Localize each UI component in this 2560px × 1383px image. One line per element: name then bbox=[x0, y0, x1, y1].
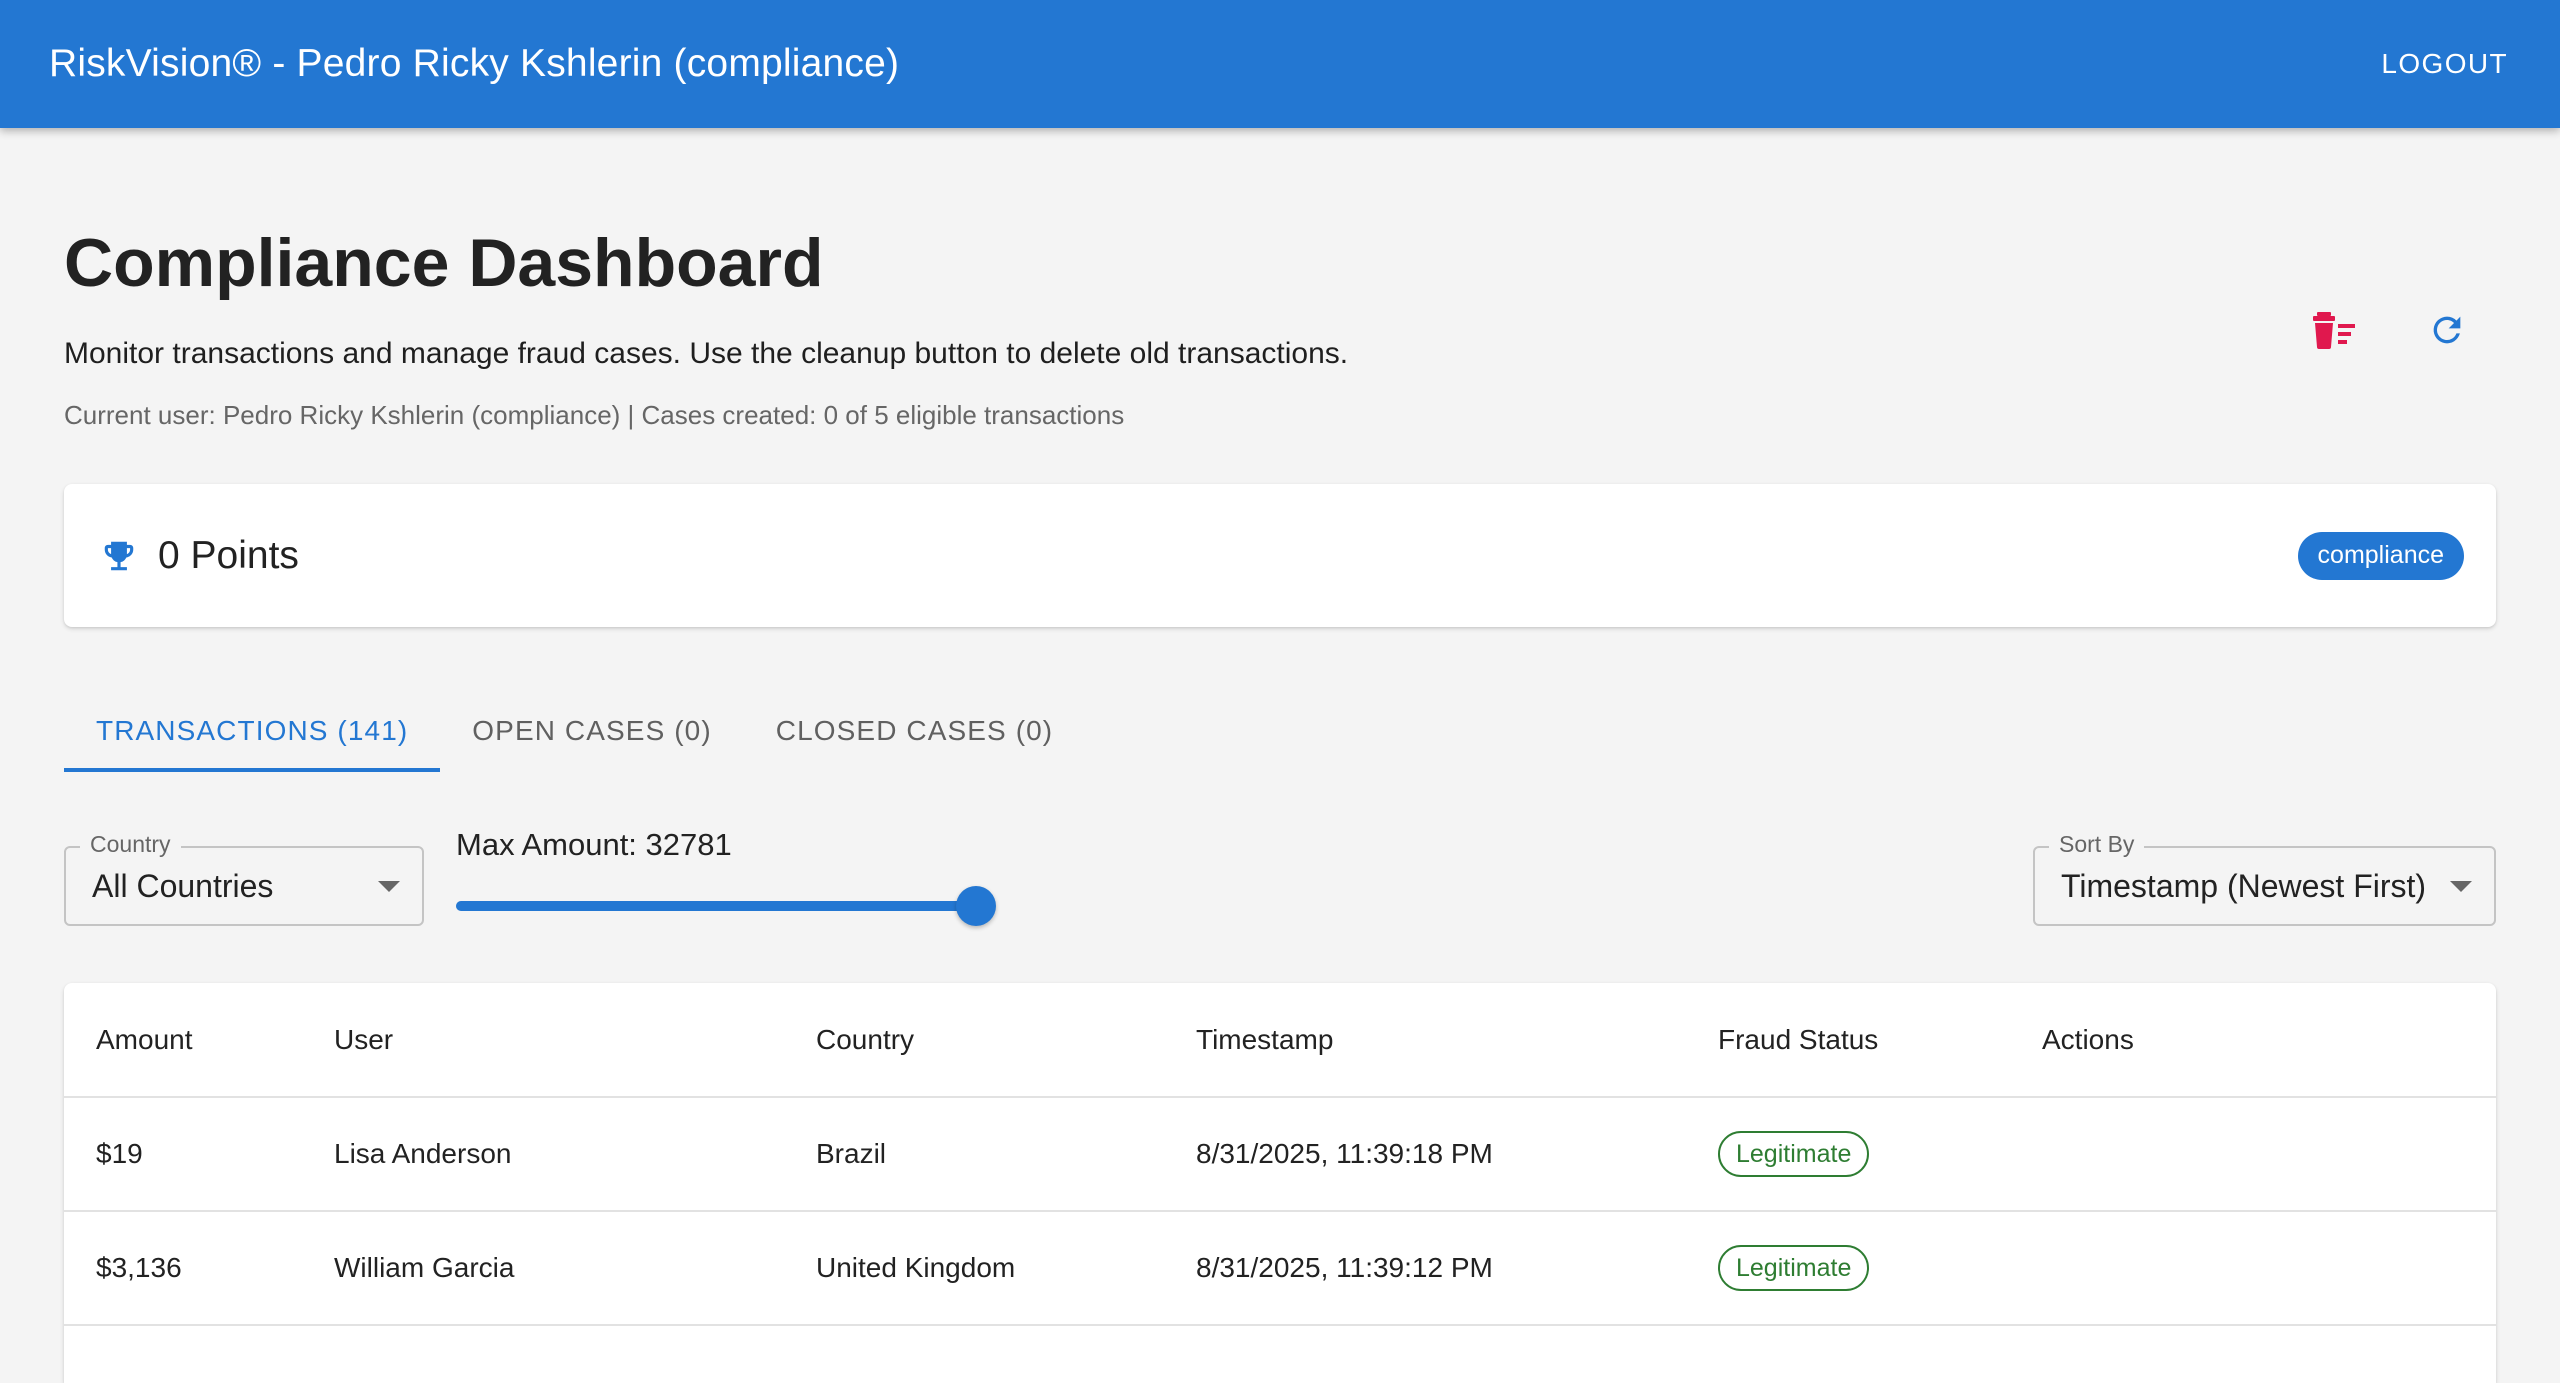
app-bar: RiskVision® - Pedro Ricky Kshlerin (comp… bbox=[0, 0, 2560, 128]
slider-fill bbox=[456, 901, 976, 911]
cell-timestamp bbox=[1164, 1325, 1686, 1383]
column-header-timestamp[interactable]: Timestamp bbox=[1164, 983, 1686, 1098]
cell-fraud-status bbox=[1686, 1325, 2010, 1383]
cleanup-button[interactable] bbox=[2300, 295, 2370, 365]
cell-amount: $3,136 bbox=[64, 1211, 302, 1326]
country-select-value: All Countries bbox=[92, 867, 274, 904]
points-summary: 0 Points bbox=[100, 534, 299, 578]
tab-closed-cases[interactable]: CLOSED CASES (0) bbox=[744, 690, 1085, 772]
refresh-button[interactable] bbox=[2412, 295, 2482, 365]
cell-user bbox=[302, 1325, 784, 1383]
column-header-actions: Actions bbox=[2010, 983, 2496, 1098]
cell-user: William Garcia bbox=[302, 1211, 784, 1326]
cell-country bbox=[784, 1325, 1164, 1383]
cell-actions bbox=[2010, 1325, 2496, 1383]
app-title: RiskVision® - Pedro Ricky Kshlerin (comp… bbox=[49, 42, 900, 85]
page-description: Monitor transactions and manage fraud ca… bbox=[64, 337, 1349, 370]
chevron-down-icon bbox=[378, 880, 400, 892]
cell-user: Lisa Anderson bbox=[302, 1097, 784, 1212]
slider-thumb[interactable] bbox=[956, 886, 996, 926]
sort-select-value: Timestamp (Newest First) bbox=[2061, 867, 2427, 904]
cell-timestamp: 8/31/2025, 11:39:12 PM bbox=[1164, 1211, 1686, 1326]
cell-fraud-status: Legitimate bbox=[1686, 1211, 2010, 1326]
column-header-fraud-status[interactable]: Fraud Status bbox=[1686, 983, 2010, 1098]
cell-country: Brazil bbox=[784, 1097, 1164, 1212]
cell-country: United Kingdom bbox=[784, 1211, 1164, 1326]
column-header-user[interactable]: User bbox=[302, 983, 784, 1098]
cell-fraud-status: Legitimate bbox=[1686, 1097, 2010, 1212]
max-amount-slider[interactable] bbox=[456, 886, 996, 926]
cell-actions bbox=[2010, 1097, 2496, 1212]
table-header-row: Amount User Country Timestamp Fraud Stat… bbox=[64, 983, 2496, 1098]
cell-timestamp: 8/31/2025, 11:39:18 PM bbox=[1164, 1097, 1686, 1212]
table-row[interactable] bbox=[64, 1325, 2496, 1383]
user-meta: Current user: Pedro Ricky Kshlerin (comp… bbox=[64, 400, 1125, 430]
column-header-country[interactable]: Country bbox=[784, 983, 1164, 1098]
cell-actions bbox=[2010, 1211, 2496, 1326]
table-row[interactable]: $3,136 William Garcia United Kingdom 8/3… bbox=[64, 1211, 2496, 1326]
country-select-label: Country bbox=[80, 831, 181, 858]
sort-select-label: Sort By bbox=[2049, 831, 2145, 858]
logout-button[interactable]: LOGOUT bbox=[2381, 38, 2508, 90]
tabs: TRANSACTIONS (141) OPEN CASES (0) CLOSED… bbox=[64, 690, 1085, 772]
points-card: 0 Points compliance bbox=[64, 484, 2496, 627]
role-chip: compliance bbox=[2297, 531, 2464, 580]
sort-select[interactable]: Sort By Timestamp (Newest First) bbox=[2033, 831, 2496, 926]
points-value: 0 Points bbox=[158, 533, 299, 577]
country-select[interactable]: Country All Countries bbox=[64, 831, 424, 926]
delete-sweep-icon bbox=[2313, 310, 2357, 350]
tab-transactions[interactable]: TRANSACTIONS (141) bbox=[64, 690, 441, 772]
page-title: Compliance Dashboard bbox=[64, 225, 824, 301]
transactions-table: Amount User Country Timestamp Fraud Stat… bbox=[64, 983, 2496, 1383]
cell-amount: $19 bbox=[64, 1097, 302, 1212]
status-badge: Legitimate bbox=[1718, 1131, 1870, 1177]
trophy-icon bbox=[100, 536, 138, 576]
chevron-down-icon bbox=[2450, 880, 2472, 892]
cell-amount bbox=[64, 1325, 302, 1383]
refresh-icon bbox=[2427, 310, 2467, 350]
status-badge: Legitimate bbox=[1718, 1245, 1870, 1291]
max-amount-label: Max Amount: 32781 bbox=[456, 827, 732, 862]
table-row[interactable]: $19 Lisa Anderson Brazil 8/31/2025, 11:3… bbox=[64, 1097, 2496, 1212]
column-header-amount[interactable]: Amount bbox=[64, 983, 302, 1098]
tab-open-cases[interactable]: OPEN CASES (0) bbox=[440, 690, 743, 772]
